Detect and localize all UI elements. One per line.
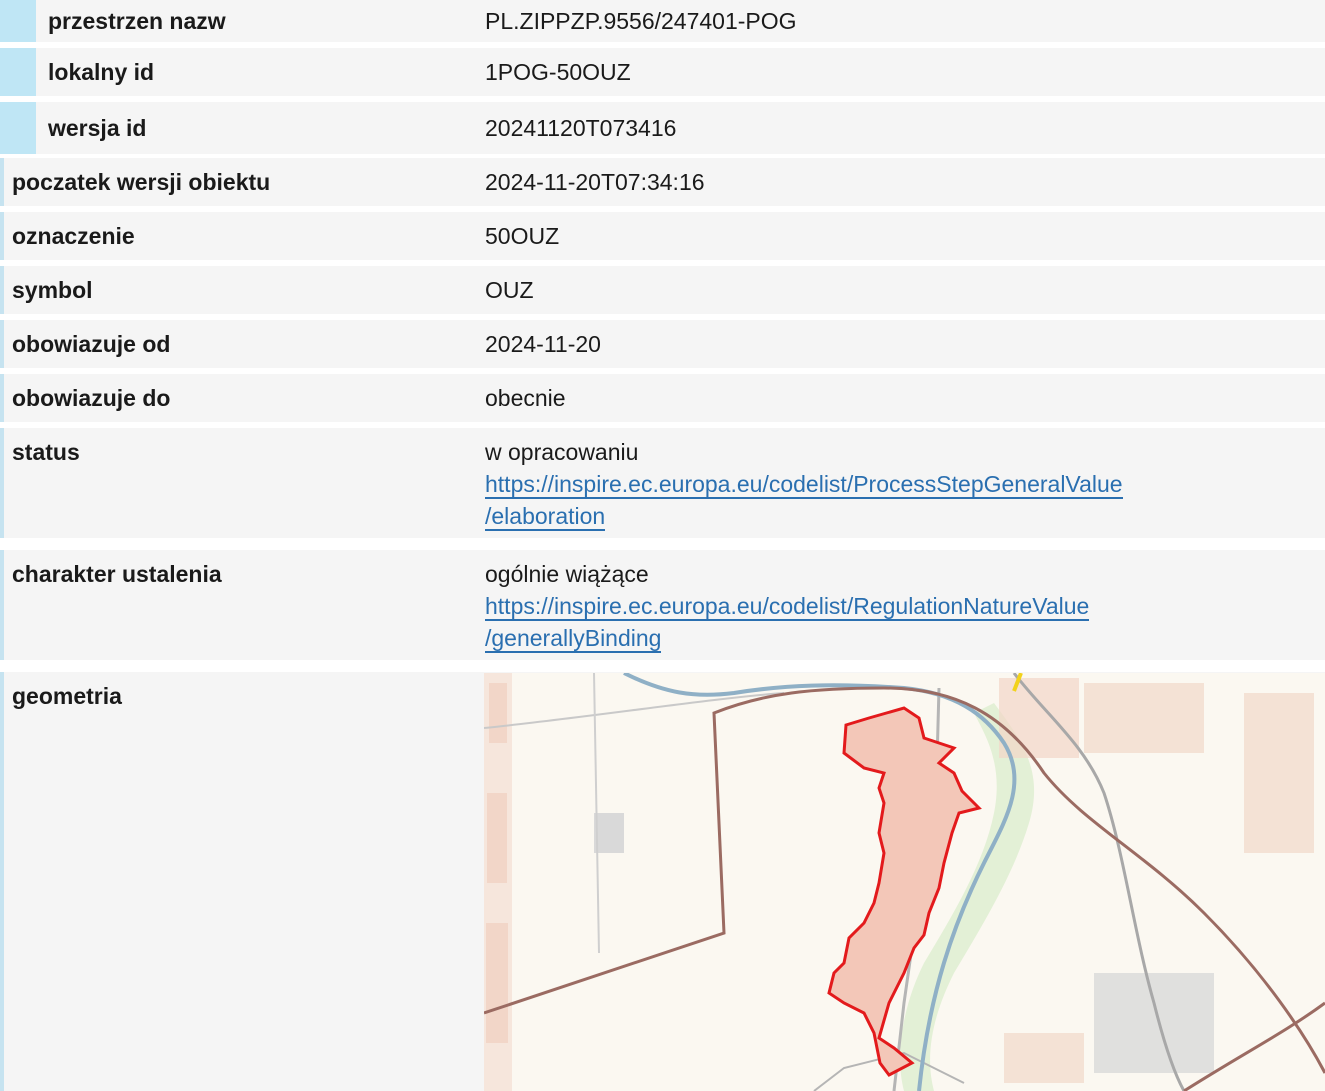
charakter-link-line2: /generallyBinding bbox=[485, 625, 662, 651]
row-key: lokalny id bbox=[0, 48, 472, 96]
row-accent bbox=[0, 0, 36, 42]
row-key: obowiazuje od bbox=[0, 320, 472, 368]
charakter-link-line1: https://inspire.ec.europa.eu/codelist/Re… bbox=[485, 593, 1090, 619]
row-accent bbox=[0, 102, 36, 154]
charakter-value: ogólnie wiążące bbox=[485, 561, 649, 587]
charakter-codelist-link-cont[interactable]: /generallyBinding bbox=[485, 625, 662, 653]
row-accent bbox=[0, 266, 4, 314]
row-key: przestrzen nazw bbox=[0, 0, 472, 42]
charakter-codelist-link[interactable]: https://inspire.ec.europa.eu/codelist/Re… bbox=[485, 593, 1090, 621]
row-value: 2024-11-20 bbox=[472, 320, 1325, 368]
row-key: obowiazuje do bbox=[0, 374, 472, 422]
row-accent bbox=[0, 428, 4, 538]
row-lokalny-id: lokalny id 1POG-50OUZ bbox=[0, 48, 1325, 96]
row-oznaczenie: oznaczenie 50OUZ bbox=[0, 212, 1325, 260]
row-obowiazuje-od: obowiazuje od 2024-11-20 bbox=[0, 320, 1325, 368]
row-accent bbox=[0, 672, 4, 1091]
status-link-line1: https://inspire.ec.europa.eu/codelist/Pr… bbox=[485, 471, 1123, 497]
row-accent bbox=[0, 212, 4, 260]
row-key: symbol bbox=[0, 266, 472, 314]
row-key: geometria bbox=[0, 672, 472, 1091]
row-value: 2024-11-20T07:34:16 bbox=[472, 158, 1325, 206]
status-codelist-link-cont[interactable]: /elaboration bbox=[485, 503, 606, 531]
map-svg bbox=[484, 673, 1325, 1091]
row-status: status w opracowaniu https://inspire.ec.… bbox=[0, 428, 1325, 538]
row-key: wersja id bbox=[0, 102, 472, 154]
row-accent bbox=[0, 550, 4, 660]
row-wersja-id: wersja id 20241120T073416 bbox=[0, 102, 1325, 154]
row-value: 50OUZ bbox=[472, 212, 1325, 260]
row-value: ogólnie wiążące https://inspire.ec.europ… bbox=[472, 550, 1325, 660]
row-przestrzen-nazw: przestrzen nazw PL.ZIPPZP.9556/247401-PO… bbox=[0, 0, 1325, 42]
status-link-line2: /elaboration bbox=[485, 503, 606, 529]
row-accent bbox=[0, 320, 4, 368]
status-link-wrap: https://inspire.ec.europa.eu/codelist/Pr… bbox=[485, 468, 1325, 532]
row-value: OUZ bbox=[472, 266, 1325, 314]
status-codelist-link[interactable]: https://inspire.ec.europa.eu/codelist/Pr… bbox=[485, 471, 1123, 499]
row-accent bbox=[0, 158, 4, 206]
row-accent bbox=[0, 48, 36, 96]
row-value: obecnie bbox=[472, 374, 1325, 422]
row-key: status bbox=[0, 428, 472, 538]
row-key: poczatek wersji obiektu bbox=[0, 158, 472, 206]
row-key: oznaczenie bbox=[0, 212, 472, 260]
row-value: 1POG-50OUZ bbox=[472, 48, 1325, 96]
row-value: 20241120T073416 bbox=[472, 102, 1325, 154]
row-poczatek-wersji: poczatek wersji obiektu 2024-11-20T07:34… bbox=[0, 158, 1325, 206]
row-value: w opracowaniu https://inspire.ec.europa.… bbox=[472, 428, 1325, 538]
row-obowiazuje-do: obowiazuje do obecnie bbox=[0, 374, 1325, 422]
row-value: PL.ZIPPZP.9556/247401-POG bbox=[472, 0, 1325, 42]
charakter-link-wrap: https://inspire.ec.europa.eu/codelist/Re… bbox=[485, 590, 1325, 654]
row-symbol: symbol OUZ bbox=[0, 266, 1325, 314]
row-charakter-ustalenia: charakter ustalenia ogólnie wiążące http… bbox=[0, 550, 1325, 660]
row-key: charakter ustalenia bbox=[0, 550, 472, 660]
status-value: w opracowaniu bbox=[485, 439, 639, 465]
geometry-map[interactable] bbox=[484, 673, 1325, 1091]
row-accent bbox=[0, 374, 4, 422]
